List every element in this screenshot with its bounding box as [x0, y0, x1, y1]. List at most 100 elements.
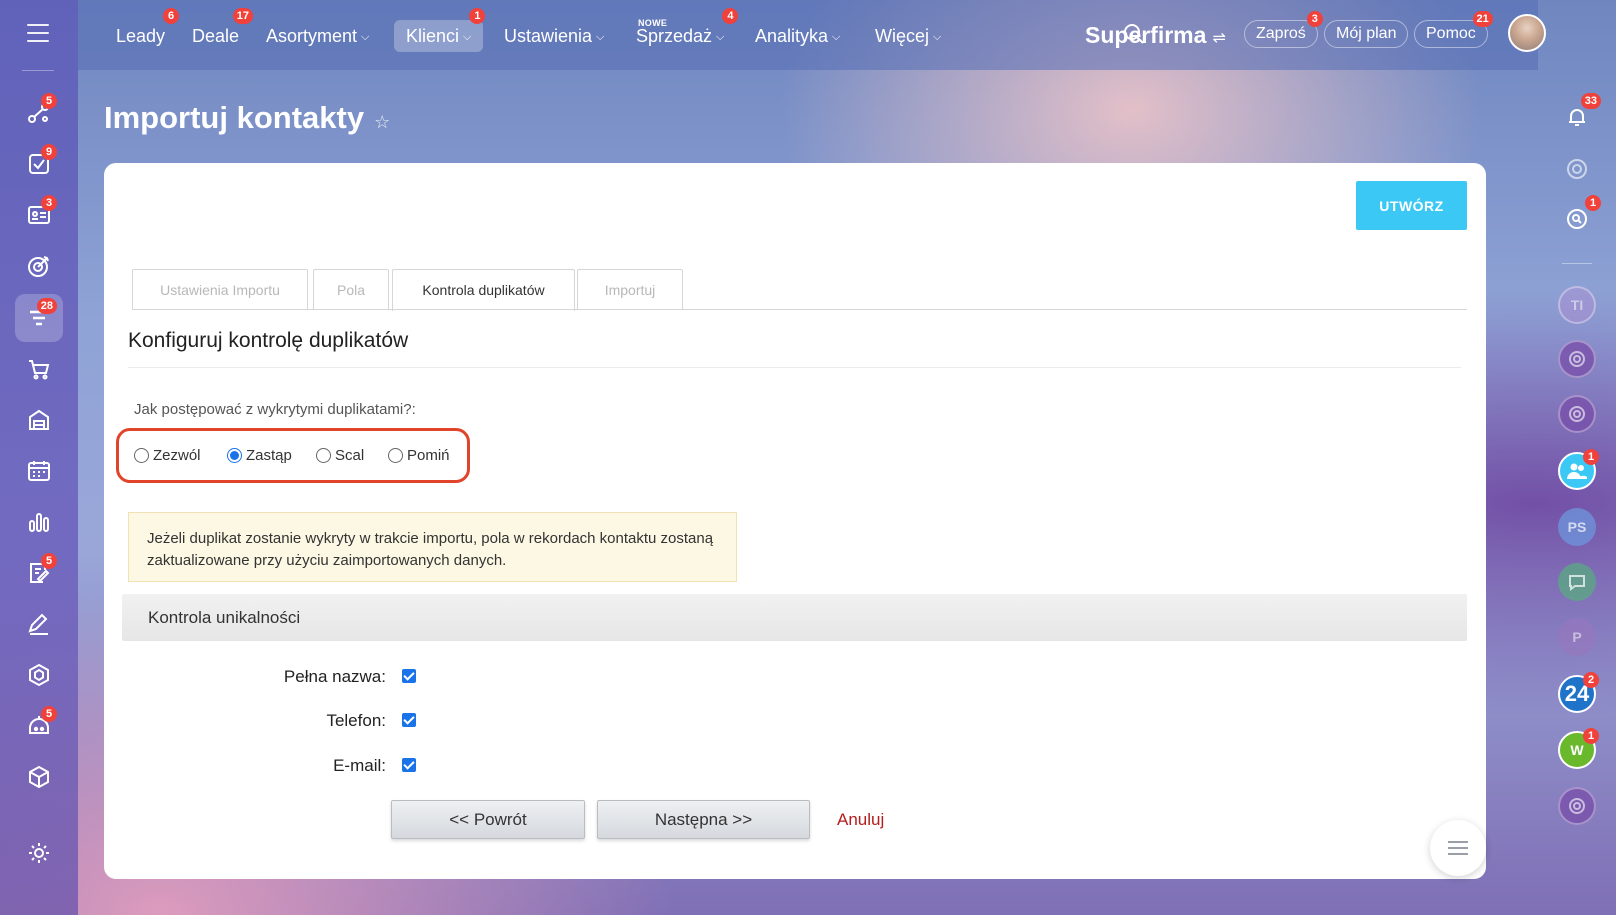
chat-button[interactable] — [1558, 563, 1596, 601]
cart-icon — [29, 360, 50, 380]
radio-label: Zastąp — [246, 447, 292, 464]
tab-import[interactable]: Importuj — [577, 269, 683, 310]
brand-label: Superfirma — [1085, 22, 1207, 48]
tab-fields[interactable]: Pola — [313, 269, 389, 310]
radio-skip[interactable]: Pomiń — [388, 447, 450, 464]
help-label: Pomoc — [1426, 25, 1476, 42]
spiral-icon — [1569, 798, 1585, 814]
right-sidebar: 33 1 TI 1 PS P 24 2 W 1 — [1538, 70, 1616, 915]
sidebar-item-settings[interactable] — [15, 829, 63, 877]
radio-merge[interactable]: Scal — [316, 447, 364, 464]
nav-label: Klienci — [406, 26, 460, 46]
nav-item-asortyment[interactable]: Asortyment ⌵ — [254, 20, 381, 52]
nav-item-sprzedaz[interactable]: NOWE Sprzedaż ⌵ 4 — [624, 8, 739, 52]
radio-button[interactable] — [388, 448, 403, 463]
info-notice: Jeżeli duplikat zostanie wykryty w trakc… — [128, 512, 737, 582]
my-plan-button[interactable]: Mój plan — [1324, 20, 1409, 48]
sidebar-item-sign[interactable] — [15, 600, 63, 648]
avatar-label: PS — [1567, 519, 1587, 535]
badge: 33 — [1580, 93, 1601, 109]
tabs-divider — [132, 309, 1467, 310]
sidebar-item-flow[interactable]: 5 — [15, 89, 63, 137]
nav-label: Asortyment — [266, 26, 358, 46]
checkbox-phone[interactable] — [402, 713, 416, 727]
section-title: Konfiguruj kontrolę duplikatów — [128, 329, 409, 352]
chevron-down-icon: ⌵ — [463, 31, 472, 43]
group-chat-button[interactable]: 1 — [1558, 449, 1599, 490]
cancel-link[interactable]: Anuluj — [837, 810, 884, 830]
avatar[interactable] — [1508, 14, 1546, 52]
sidebar-item-tasks[interactable]: 9 — [15, 140, 63, 188]
pen-icon — [28, 613, 48, 635]
radio-allow[interactable]: Zezwól — [134, 447, 201, 464]
bitrix24-button[interactable]: 24 2 — [1558, 672, 1599, 713]
contact-avatar[interactable] — [1558, 340, 1596, 378]
chevron-down-icon: ⌵ — [832, 31, 841, 43]
nav-item-klienci[interactable]: Klienci ⌵ 1 — [394, 8, 486, 52]
target-button[interactable] — [1558, 150, 1596, 188]
sidebar-item-target[interactable] — [15, 242, 63, 290]
avatar-label: W — [1570, 742, 1584, 758]
sidebar-item-box[interactable] — [15, 753, 63, 801]
radio-replace[interactable]: Zastąp — [227, 447, 292, 464]
contact-avatar-p[interactable]: P — [1558, 618, 1596, 656]
chevron-down-icon: ⌵ — [596, 31, 605, 43]
radio-label: Scal — [335, 447, 365, 464]
sidebar-item-robot[interactable]: 5 — [15, 702, 63, 750]
sidebar-item-contacts[interactable]: 3 — [15, 191, 63, 239]
tab-import-settings[interactable]: Ustawienia Importu — [132, 269, 308, 310]
sidebar-item-cart[interactable] — [15, 345, 63, 393]
uniqueness-title: Kontrola unikalności — [148, 608, 301, 627]
invite-button[interactable]: Zaproś 3 — [1244, 11, 1323, 48]
sidebar-item-funnel[interactable]: 28 — [15, 294, 63, 342]
pin-icon[interactable]: ☆ — [374, 112, 390, 132]
sidebar-item-analytics[interactable] — [15, 498, 63, 546]
page-title: Importuj kontakty ☆ — [104, 98, 390, 142]
nav-item-analityka[interactable]: Analityka ⌵ — [743, 20, 852, 52]
menu-icon[interactable] — [27, 24, 49, 42]
next-button[interactable]: Następna >> — [597, 800, 810, 839]
chevron-down-icon: ⌵ — [361, 31, 370, 43]
list-menu-button[interactable] — [1430, 820, 1486, 876]
chat-icon — [1569, 575, 1585, 591]
radio-button[interactable] — [134, 448, 149, 463]
back-button[interactable]: << Powrót — [391, 800, 585, 839]
spiral-icon — [1569, 351, 1585, 367]
badge: 4 — [722, 8, 739, 24]
sidebar-item-hexagon[interactable] — [15, 651, 63, 699]
contact-avatar[interactable] — [1558, 395, 1596, 433]
sidebar-divider — [22, 70, 54, 71]
nav-item-ustawienia[interactable]: Ustawienia ⌵ — [492, 20, 616, 52]
field-label-email: E-mail: — [333, 756, 386, 775]
chat-search-icon — [1567, 209, 1587, 229]
nav-label: Ustawienia — [504, 26, 593, 46]
contact-avatar-w[interactable]: W 1 — [1558, 728, 1599, 769]
warehouse-icon — [29, 409, 49, 430]
contact-avatar-ps[interactable]: PS — [1558, 508, 1596, 546]
nav-item-leady[interactable]: Leady 6 — [104, 8, 180, 52]
notifications-button[interactable]: 33 — [1558, 93, 1601, 136]
checkbox-full-name[interactable] — [402, 669, 416, 683]
new-tag: NOWE — [638, 18, 668, 28]
nav-item-deale[interactable]: Deale 17 — [180, 8, 254, 52]
tab-duplicate-control[interactable]: Kontrola duplikatów — [392, 269, 575, 311]
radio-button[interactable] — [316, 448, 331, 463]
sidebar-item-warehouse[interactable] — [15, 396, 63, 444]
sidebar-item-calendar[interactable] — [15, 447, 63, 495]
contact-avatar-ti[interactable]: TI — [1558, 286, 1596, 324]
create-button[interactable]: UTWÓRZ — [1356, 181, 1467, 230]
sidebar-item-documents[interactable]: 5 — [15, 549, 63, 597]
badge: 1 — [469, 8, 486, 24]
target-icon — [28, 256, 49, 277]
contact-avatar[interactable] — [1558, 787, 1596, 825]
brand-name[interactable]: Superfirma ⇌ — [1085, 18, 1226, 56]
field-label-full-name: Pełna nazwa: — [283, 667, 386, 686]
checkbox-email[interactable] — [402, 758, 416, 772]
nav-label: Więcej — [875, 26, 930, 46]
nav-item-wiecej[interactable]: Więcej ⌵ — [863, 20, 953, 52]
radio-button[interactable] — [227, 448, 242, 463]
spiral-icon — [1569, 406, 1585, 422]
help-button[interactable]: Pomoc 21 — [1414, 11, 1493, 48]
chat-search-button[interactable]: 1 — [1558, 195, 1601, 238]
badge: 2 — [1583, 672, 1599, 688]
